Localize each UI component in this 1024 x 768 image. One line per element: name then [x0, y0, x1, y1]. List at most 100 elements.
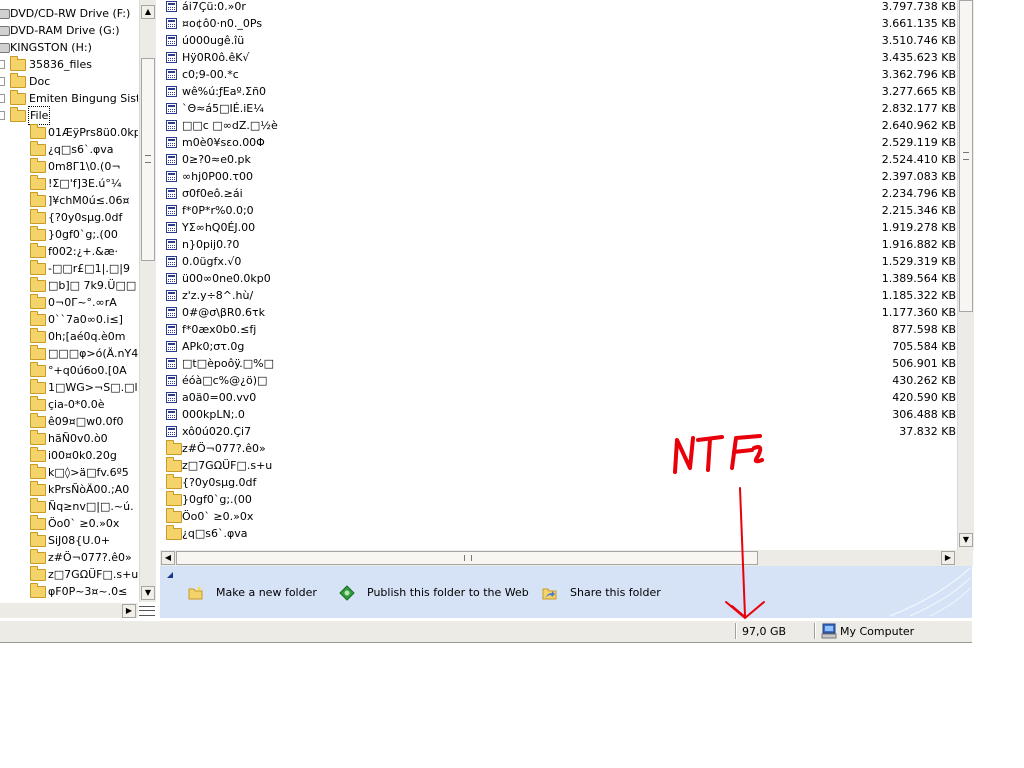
file-row[interactable]: n}0pij0.?0 1.916.882 KB	[160, 236, 957, 253]
file-row[interactable]: éóà□c%@¿ö)□ 430.262 KB	[160, 372, 957, 389]
file-size: 1.389.564 KB	[881, 272, 956, 285]
folder-tree[interactable]: DVD/CD-RW Drive (F:) DVD-RAM Drive (G:) KI…	[0, 0, 138, 602]
file-icon	[166, 86, 177, 97]
file-size: 877.598 KB	[892, 323, 956, 336]
folder-row[interactable]: z#Ö¬077?.ê0»	[160, 440, 957, 457]
file-name: f*0P*r%0.0;0	[182, 204, 254, 217]
tree-item-label: i00¤0k0.20g	[48, 449, 117, 462]
tree-item-label: }0gf0`g;.(00	[48, 228, 118, 241]
file-row[interactable]: f*0æx0b0.≤fj 877.598 KB	[160, 321, 957, 338]
file-name: z'z.y÷8^.hù/	[182, 289, 254, 302]
folder-row[interactable]: {?0y0sµg.0df	[160, 474, 957, 491]
folder-icon	[30, 141, 46, 156]
file-row[interactable]: σ0f0eô.≥ái 2.234.796 KB	[160, 185, 957, 202]
publish-folder-label[interactable]: Publish this folder to the Web	[367, 585, 529, 601]
file-name: a0ä0=00.vv0	[182, 391, 257, 404]
file-size: 430.262 KB	[892, 374, 956, 387]
folder-icon	[30, 328, 46, 343]
tree-item-label: φF0P~3¤~.0≤	[48, 585, 128, 598]
list-vertical-scrollbar[interactable]: ▼	[957, 0, 974, 550]
tree-item-label: DVD/CD-RW Drive (F:)	[10, 7, 131, 20]
file-name: ü00∞0ne0.0kp0	[182, 272, 271, 285]
list-scroll-right-button[interactable]: ▶	[941, 551, 955, 565]
tree-item-label: ]¥chM0ú≤.06¤	[48, 194, 130, 207]
list-horizontal-scrollbar[interactable]: ◀ ▶	[160, 550, 957, 566]
tree-scroll-right-button[interactable]: ▶	[122, 604, 136, 618]
file-row[interactable]: □□c □∞dZ.□½è 2.640.962 KB	[160, 117, 957, 134]
file-row[interactable]: f*0P*r%0.0;0 2.215.346 KB	[160, 202, 957, 219]
file-icon	[166, 103, 177, 114]
file-row[interactable]: 000kpLN;.0 306.488 KB	[160, 406, 957, 423]
expand-toggle-icon[interactable]	[0, 60, 5, 69]
file-row[interactable]: z'z.y÷8^.hù/1.185.322 KB	[160, 287, 957, 304]
file-list[interactable]: ái7Çü:0.»0r 3.797.738 KB ¤o¢ô0·n0._0Ps 3.66…	[160, 0, 957, 550]
share-folder-label[interactable]: Share this folder	[570, 585, 661, 601]
file-row[interactable]: wê%ú:ƒEaº.Σñ0 3.277.665 KB	[160, 83, 957, 100]
file-row[interactable]: □t□èpoôÿ.□%□ 506.901 KB	[160, 355, 957, 372]
folder-icon	[166, 440, 182, 455]
file-row[interactable]: YΣ∞hQ0ÉJ.00 1.919.278 KB	[160, 219, 957, 236]
file-icon	[166, 256, 177, 267]
new-folder-icon	[188, 586, 203, 600]
folder-icon	[30, 209, 46, 224]
file-size: 1.916.882 KB	[881, 238, 956, 251]
tree-vertical-scrollbar[interactable]: ▲ ▼	[139, 0, 156, 602]
scrollbar-corner	[957, 550, 973, 566]
file-row[interactable]: ái7Çü:0.»0r 3.797.738 KB	[160, 0, 957, 15]
file-row[interactable]: a0ä0=00.vv0 420.590 KB	[160, 389, 957, 406]
file-name: c0;9-00.*c	[182, 68, 239, 81]
file-row[interactable]: `Θ≈á5□IÉ.iE¼ 2.832.177 KB	[160, 100, 957, 117]
drive-icon	[0, 43, 10, 53]
file-name: 0.0ügfx.√0	[182, 255, 242, 268]
list-scroll-thumb[interactable]	[959, 0, 973, 312]
tree-item-label: Ñq≥nv□|□.~ú.	[48, 500, 134, 513]
file-size: 1.919.278 KB	[881, 221, 956, 234]
pane-splitter-grip[interactable]	[139, 606, 155, 616]
file-row[interactable]: ú000ugê.îü 3.510.746 KB	[160, 32, 957, 49]
file-row[interactable]: Hÿ0R0ô.êK√ 3.435.623 KB	[160, 49, 957, 66]
expand-toggle-icon[interactable]	[0, 77, 5, 86]
file-row[interactable]: 0≥?0≈e0.pk 2.524.410 KB	[160, 151, 957, 168]
tree-scroll-thumb[interactable]	[141, 58, 155, 261]
file-row[interactable]: m0è0¥sεo.00Φ 2.529.119 KB	[160, 134, 957, 151]
folder-icon	[10, 90, 26, 105]
file-row[interactable]: ü00∞0ne0.0kp0 1.389.564 KB	[160, 270, 957, 287]
make-new-folder-label[interactable]: Make a new folder	[216, 585, 317, 601]
file-name: `Θ≈á5□IÉ.iE¼	[182, 102, 264, 115]
file-icon	[166, 171, 177, 182]
folder-icon	[30, 243, 46, 258]
tree-item-label: ¿q□s6`.φva	[48, 143, 114, 156]
folder-icon	[30, 345, 46, 360]
tree-item-label: 0m8Γ1\0.(0¬	[48, 160, 121, 173]
folder-icon	[30, 498, 46, 513]
tree-scroll-up-button[interactable]: ▲	[141, 5, 155, 19]
file-row[interactable]: 0.0ügfx.√0 1.529.319 KB	[160, 253, 957, 270]
folder-row[interactable]: ¿q□s6`.φva	[160, 525, 957, 542]
my-computer-icon	[821, 623, 837, 639]
tree-item-label: kPrsÑòÄ00.;A0	[48, 483, 130, 496]
file-row[interactable]: c0;9-00.*c 3.362.796 KB	[160, 66, 957, 83]
folder-row[interactable]: Öo0` ≥0.»0x	[160, 508, 957, 525]
expand-toggle-icon[interactable]	[0, 94, 5, 103]
tree-item-label: k□◊>ä□fv.6º5	[48, 466, 129, 479]
tree-scroll-down-button[interactable]: ▼	[141, 586, 155, 600]
file-row[interactable]: ¤o¢ô0·n0._0Ps 3.661.135 KB	[160, 15, 957, 32]
file-row[interactable]: ∞hj0P00.τ00 2.397.083 KB	[160, 168, 957, 185]
file-row[interactable]: xô0ú020.Çi7 37.832 KB	[160, 423, 957, 440]
expand-toggle-icon[interactable]	[0, 111, 5, 120]
folder-icon	[30, 413, 46, 428]
collapse-arrow-icon[interactable]	[166, 571, 174, 579]
tree-item-label: □□□φ>ó(Ä.nY4	[48, 347, 138, 360]
tree-item-label: □b]□ 7k9.Ü□□	[48, 279, 137, 292]
file-size: 1.177.360 KB	[881, 306, 956, 319]
list-scroll-down-button[interactable]: ▼	[959, 533, 973, 547]
file-row[interactable]: APk0;στ.0g 705.584 KB	[160, 338, 957, 355]
list-scroll-left-button[interactable]: ◀	[161, 551, 175, 565]
tree-item-label: !Σ□'f]3E.ú°¼	[48, 177, 122, 190]
file-row[interactable]: 0#@σ\βR0.6τk 1.177.360 KB	[160, 304, 957, 321]
file-icon	[166, 239, 177, 250]
file-name: YΣ∞hQ0ÉJ.00	[182, 221, 256, 234]
folder-row[interactable]: z□7GΩÜF□.s+u	[160, 457, 957, 474]
tree-horizontal-scrollbar[interactable]: ▶	[0, 603, 138, 618]
folder-row[interactable]: }0gf0`g;.(00	[160, 491, 957, 508]
